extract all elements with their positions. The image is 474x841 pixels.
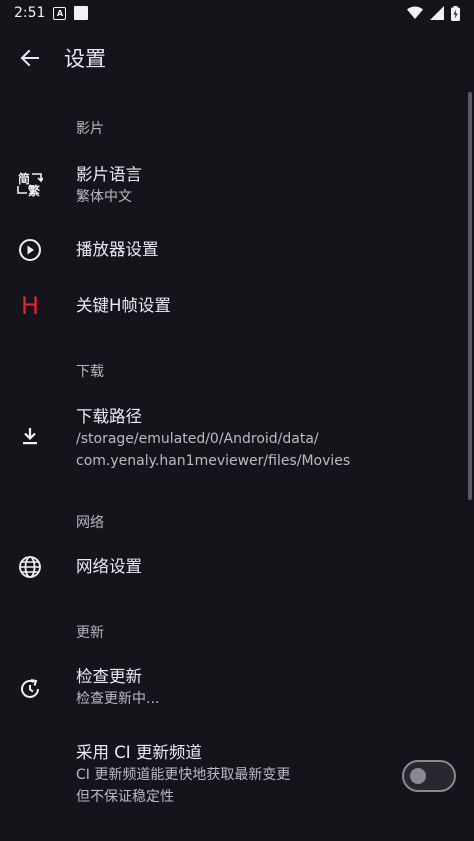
section-header-video: 影片 xyxy=(76,121,104,137)
setting-title: 播放器设置 xyxy=(76,240,159,259)
h-keyframe-icon-letter: H xyxy=(20,292,40,320)
update-icon xyxy=(14,673,46,705)
setting-h-keyframe[interactable]: H 关键H帧设置 xyxy=(0,282,474,330)
signal-icon xyxy=(430,6,444,20)
translate-icon: 简 繁 xyxy=(14,169,46,201)
status-time: 2:51 xyxy=(14,5,46,21)
setting-check-update[interactable]: 检查更新 检查更新中... xyxy=(0,662,474,714)
setting-subtitle-line2: com.yenaly.han1meviewer/files/Movies xyxy=(76,453,351,469)
setting-player[interactable]: 播放器设置 xyxy=(0,226,474,274)
status-left: 2:51 A xyxy=(14,5,89,21)
setting-title: 采用 CI 更新频道 xyxy=(76,743,202,762)
back-button[interactable] xyxy=(10,38,50,78)
setting-title: 检查更新 xyxy=(76,667,142,686)
translate-icon-char-b: 繁 xyxy=(28,184,41,198)
notification-square-icon xyxy=(74,6,89,20)
section-header-update: 更新 xyxy=(76,625,104,641)
wifi-icon xyxy=(407,6,423,19)
setting-subtitle-line2: 但不保证稳定性 xyxy=(76,789,174,805)
arrow-back-icon xyxy=(20,49,39,67)
top-app-bar: 设置 xyxy=(0,30,474,86)
setting-subtitle: 繁体中文 xyxy=(76,189,132,205)
setting-network[interactable]: 网络设置 xyxy=(0,542,474,590)
globe-icon xyxy=(14,551,46,583)
setting-title: 下载路径 xyxy=(76,407,142,426)
notification-a-icon: A xyxy=(53,6,67,20)
download-icon xyxy=(14,420,46,452)
section-header-download: 下载 xyxy=(76,364,104,380)
battery-icon xyxy=(451,5,460,21)
setting-download-path[interactable]: 下载路径 /storage/emulated/0/Android/data/ c… xyxy=(0,400,474,472)
setting-title: 影片语言 xyxy=(76,165,142,184)
setting-title: 网络设置 xyxy=(76,557,142,576)
h-keyframe-icon: H xyxy=(14,290,46,322)
setting-subtitle-line1: /storage/emulated/0/Android/data/ xyxy=(76,431,319,447)
toggle-knob xyxy=(410,768,426,784)
setting-subtitle-line1: CI 更新频道能更快地获取最新变更 xyxy=(76,767,291,783)
section-header-network: 网络 xyxy=(76,515,104,531)
setting-ci-channel[interactable]: 采用 CI 更新频道 CI 更新频道能更快地获取最新变更 但不保证稳定性 xyxy=(0,738,474,814)
setting-subtitle: 检查更新中... xyxy=(76,691,160,707)
page-title: 设置 xyxy=(64,47,106,71)
status-right xyxy=(407,5,460,21)
status-bar: 2:51 A xyxy=(0,0,474,26)
setting-video-language[interactable]: 简 繁 影片语言 繁体中文 xyxy=(0,156,474,214)
play-circle-icon xyxy=(14,234,46,266)
ci-channel-toggle[interactable] xyxy=(402,760,456,792)
setting-title: 关键H帧设置 xyxy=(76,296,171,315)
